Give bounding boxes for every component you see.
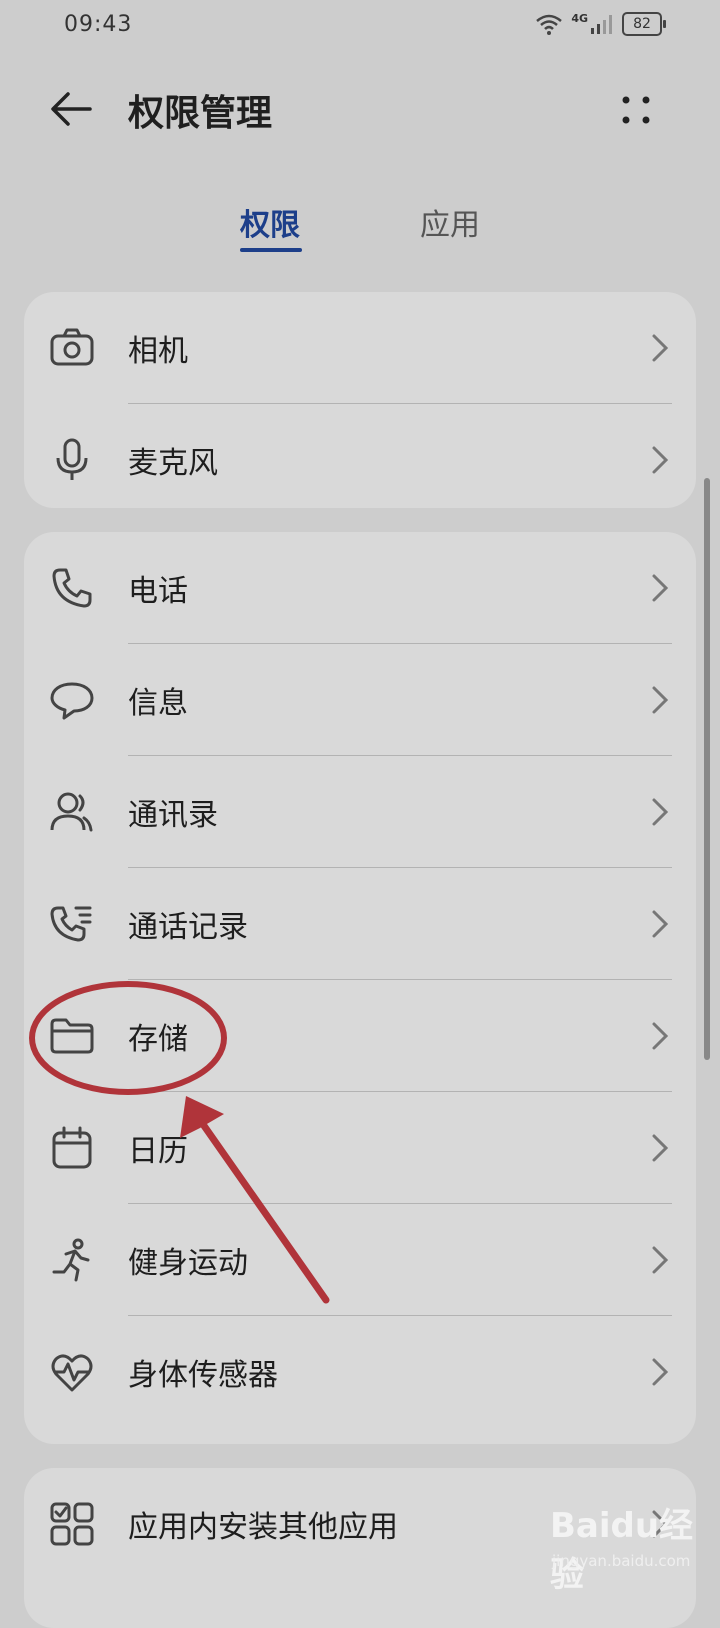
chevron-right-icon — [652, 686, 669, 714]
permission-label: 相机 — [128, 334, 188, 369]
permission-item-messages[interactable]: 信息 — [24, 644, 696, 756]
permission-label: 通讯录 — [128, 798, 218, 833]
status-bar: 09:43 4G 82 — [0, 0, 720, 56]
permission-label: 电话 — [128, 574, 188, 609]
permission-label: 日历 — [128, 1134, 188, 1169]
message-icon — [50, 682, 94, 720]
baidu-jingyan-watermark: Baidu经验 jingyan.baidu.com — [540, 1490, 710, 1595]
scrollbar[interactable] — [704, 478, 710, 1060]
camera-icon — [50, 328, 94, 366]
folder-icon — [50, 1018, 94, 1054]
heart-rate-icon — [51, 1354, 93, 1392]
permission-item-fitness[interactable]: 健身运动 — [24, 1204, 696, 1316]
status-time: 09:43 — [64, 12, 133, 37]
permission-item-microphone[interactable]: 麦克风 — [24, 404, 696, 516]
permission-item-body-sensors[interactable]: 身体传感器 — [24, 1316, 696, 1428]
permission-label: 麦克风 — [128, 446, 218, 481]
phone-icon — [52, 568, 92, 608]
chevron-right-icon — [652, 1246, 669, 1274]
watermark-brand: Baidu经验 — [550, 1506, 694, 1595]
watermark-url: jingyan.baidu.com — [552, 1552, 691, 1570]
permission-label: 健身运动 — [128, 1246, 248, 1281]
permission-label: 身体传感器 — [128, 1358, 278, 1393]
chevron-right-icon — [652, 1022, 669, 1050]
signal-icon — [591, 15, 612, 34]
permission-label: 应用内安装其他应用 — [128, 1510, 398, 1545]
more-dots-icon — [622, 96, 650, 124]
chevron-right-icon — [652, 334, 669, 362]
running-icon — [52, 1238, 90, 1282]
permission-group-data: 电话 信息 通讯录 通话记录 存储 日历 健身运动 身体传感器 — [24, 532, 696, 1444]
chevron-right-icon — [652, 798, 669, 826]
chevron-right-icon — [652, 1134, 669, 1162]
chevron-right-icon — [652, 574, 669, 602]
tab-bar: 权限 应用 — [0, 190, 720, 260]
apps-grid-icon — [50, 1502, 94, 1546]
tab-permissions[interactable]: 权限 — [240, 200, 300, 244]
permission-item-calendar[interactable]: 日历 — [24, 1092, 696, 1204]
back-button[interactable] — [44, 82, 98, 136]
call-log-icon — [50, 906, 92, 942]
permission-item-storage[interactable]: 存储 — [24, 980, 696, 1092]
microphone-icon — [56, 438, 88, 480]
chevron-right-icon — [652, 446, 669, 474]
tab-apps[interactable]: 应用 — [420, 200, 480, 244]
permission-label: 通话记录 — [128, 910, 248, 945]
status-icons: 4G 82 — [535, 11, 666, 36]
chevron-right-icon — [652, 1358, 669, 1386]
arrow-left-icon — [51, 92, 92, 126]
app-bar: 权限管理 — [0, 64, 720, 154]
permission-label: 存储 — [128, 1022, 188, 1057]
page-title: 权限管理 — [128, 93, 273, 134]
contacts-icon — [50, 792, 93, 832]
chevron-right-icon — [652, 910, 669, 938]
calendar-icon — [52, 1126, 92, 1169]
active-tab-indicator — [240, 248, 302, 252]
wifi-icon — [536, 14, 563, 35]
permission-item-phone[interactable]: 电话 — [24, 532, 696, 644]
battery-indicator: 82 — [622, 12, 666, 36]
permission-item-contacts[interactable]: 通讯录 — [24, 756, 696, 868]
permission-item-camera[interactable]: 相机 — [24, 292, 696, 404]
permission-label: 信息 — [128, 686, 188, 721]
more-options-button[interactable] — [612, 86, 660, 134]
network-type-label: 4G — [571, 11, 588, 25]
permission-item-call-log[interactable]: 通话记录 — [24, 868, 696, 980]
permission-group-media: 相机 麦克风 — [24, 292, 696, 508]
